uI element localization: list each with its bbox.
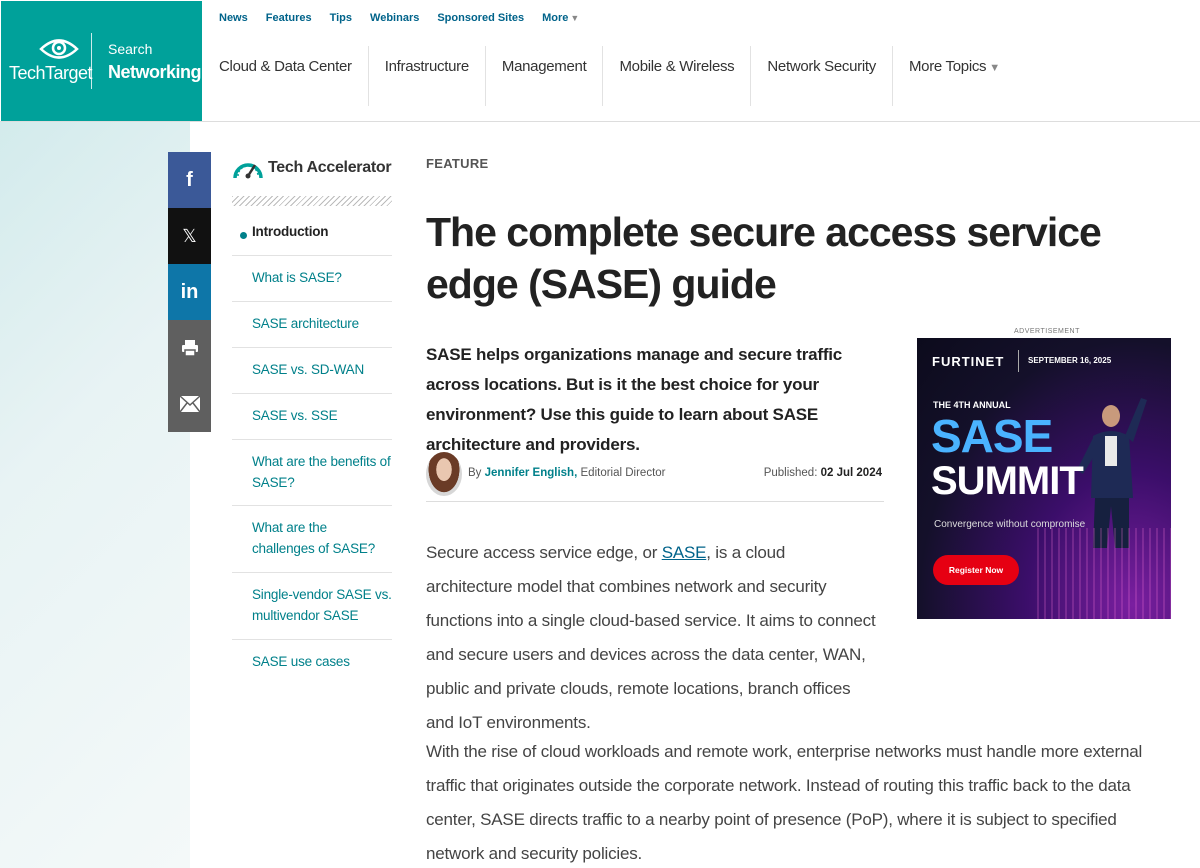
article-paragraph: With the rise of cloud workloads and rem… (426, 742, 1143, 863)
nav-management[interactable]: Management (486, 46, 604, 106)
ad-label: ADVERTISEMENT (1014, 328, 1080, 335)
published-label: Published: (763, 467, 818, 479)
eye-logo-icon (39, 39, 79, 59)
author-role: Editorial Director (580, 467, 666, 479)
ad-decoration (1037, 528, 1171, 619)
top-link-news[interactable]: News (219, 12, 248, 24)
top-link-features[interactable]: Features (266, 12, 312, 24)
x-glyph: 𝕏 (182, 225, 197, 246)
article-title: The complete secure access service edge … (426, 209, 1102, 307)
site-header: TechTarget Search Networking News Featur… (0, 0, 1200, 122)
toc-item-benefits[interactable]: What are the benefits of SASE? (232, 440, 392, 507)
ad-headline-summit: SUMMIT (931, 459, 1084, 503)
toc-item-sase-vs-sse[interactable]: SASE vs. SSE (232, 394, 392, 440)
mail-icon[interactable] (168, 376, 211, 432)
ad-headline-sase: SASE (931, 410, 1053, 462)
toc-divider (232, 196, 392, 206)
toc-item-use-cases[interactable]: SASE use cases (232, 640, 392, 685)
ad-divider (1018, 350, 1019, 372)
ad-annual: THE 4TH ANNUAL (933, 400, 1011, 410)
author-avatar[interactable] (426, 452, 462, 496)
site-logo[interactable]: TechTarget Search Networking (1, 1, 202, 121)
toc-header: Tech Accelerator (232, 150, 392, 186)
nav-cloud-data-center[interactable]: Cloud & Data Center (203, 46, 369, 106)
nav-more-topics[interactable]: More Topics ▼ (893, 46, 1016, 106)
toc-item-single-vs-multivendor[interactable]: Single-vendor SASE vs. multivendor SASE (232, 573, 392, 641)
chevron-down-icon: ▼ (989, 62, 1000, 74)
byline-text: By Jennifer English, Editorial Director (468, 467, 666, 479)
facebook-glyph: f (186, 168, 193, 191)
toc-item-challenges[interactable]: What are the challenges of SASE? (232, 506, 392, 574)
para1-text-end: , is a cloud architecture model that com… (426, 543, 876, 732)
chevron-down-icon: ▼ (570, 13, 580, 23)
article-paragraph: Secure access service edge, or SASE, is … (426, 536, 876, 740)
ad-tagline: Convergence without compromise (934, 519, 1086, 530)
linkedin-icon[interactable]: in (168, 264, 211, 320)
nav-network-security[interactable]: Network Security (751, 46, 893, 106)
article-lede: SASE helps organizations manage and secu… (426, 345, 843, 454)
logo-divider (91, 33, 92, 89)
top-link-more[interactable]: More ▼ (542, 12, 579, 24)
top-links: News Features Tips Webinars Sponsored Si… (219, 12, 579, 24)
toc-title: Tech Accelerator (268, 159, 392, 176)
top-link-webinars[interactable]: Webinars (370, 12, 419, 24)
envelope-shape (178, 395, 201, 413)
toc-item-sase-vs-sd-wan[interactable]: SASE vs. SD-WAN (232, 348, 392, 394)
top-link-tips[interactable]: Tips (330, 12, 352, 24)
linkedin-glyph: in (180, 280, 199, 303)
top-link-more-label: More (542, 12, 569, 24)
register-now-button[interactable]: Register Now (933, 555, 1019, 585)
gauge-icon (233, 163, 263, 179)
ad-date: SEPTEMBER 16, 2025 (1028, 356, 1112, 365)
nav-infrastructure[interactable]: Infrastructure (369, 46, 486, 106)
printer-shape (181, 340, 198, 357)
toc-item-what-is-sase[interactable]: What is SASE? (232, 256, 392, 302)
ad-brand: FURTINET (932, 354, 1005, 369)
published-date: Published: 02 Jul 2024 (764, 467, 882, 479)
author-link[interactable]: Jennifer English, (485, 467, 578, 479)
nav-mobile-wireless[interactable]: Mobile & Wireless (603, 46, 752, 106)
ad-banner[interactable]: FURTINET SEPTEMBER 16, 2025 THE 4TH ANNU… (917, 338, 1171, 619)
main-nav: Cloud & Data Center Infrastructure Manag… (203, 46, 1016, 106)
toc-item-introduction[interactable]: Introduction (232, 210, 392, 256)
print-icon[interactable] (168, 320, 211, 376)
tech-accelerator-toc: Tech Accelerator Introduction What is SA… (232, 150, 392, 685)
brand-name: TechTarget (9, 63, 93, 83)
article-kicker: FEATURE (426, 156, 489, 171)
logo-search-label: Search (108, 41, 153, 57)
byline: By Jennifer English, Editorial Director … (426, 451, 884, 502)
by-prefix: By (468, 467, 482, 479)
logo-section-label: Networking (108, 62, 202, 82)
sase-link[interactable]: SASE (662, 543, 707, 562)
share-bar: f 𝕏 in (168, 152, 211, 432)
x-icon[interactable]: 𝕏 (168, 208, 211, 264)
nav-more-topics-label: More Topics (908, 58, 987, 75)
published-value: 02 Jul 2024 (820, 467, 882, 479)
toc-item-sase-architecture[interactable]: SASE architecture (232, 302, 392, 348)
side-background (0, 122, 190, 868)
toc-list: Introduction What is SASE? SASE architec… (232, 210, 392, 685)
facebook-icon[interactable]: f (168, 152, 211, 208)
para1-text-start: Secure access service edge, or (426, 543, 662, 562)
top-link-sponsored-sites[interactable]: Sponsored Sites (437, 12, 524, 24)
